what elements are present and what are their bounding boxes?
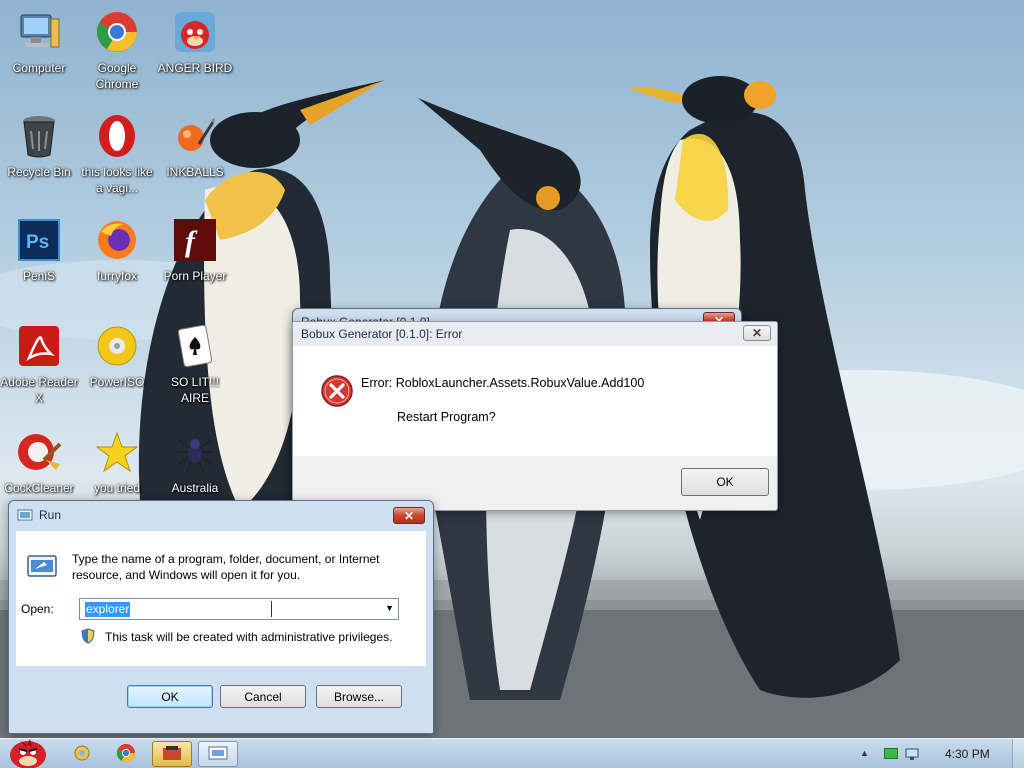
desktop-icon-inkballs[interactable]: INKBALLS [156, 112, 234, 180]
error-ok-button[interactable]: OK [681, 468, 769, 496]
poweriso-icon [93, 322, 141, 370]
run-open-combobox[interactable]: explorer ▼ [79, 598, 399, 620]
desktop-icon-label: furryfox [96, 269, 137, 283]
spider-icon [171, 428, 219, 476]
desktop-icon-solitaire[interactable]: SO LIT!!! AIRE [156, 322, 234, 406]
solitaire-icon [171, 322, 219, 370]
folder-icon [72, 744, 92, 765]
recycle-bin-icon [15, 112, 63, 160]
desktop-icon-ccleaner[interactable]: CockCleaner [0, 428, 78, 496]
star-icon [93, 428, 141, 476]
chevron-up-icon[interactable]: ▲ [860, 748, 869, 758]
run-open-label: Open: [21, 602, 54, 616]
ccleaner-icon [15, 428, 63, 476]
adobe-reader-icon [15, 322, 63, 370]
run-cancel-button[interactable]: Cancel [220, 685, 306, 708]
run-browse-button[interactable]: Browse... [316, 685, 402, 708]
computer-icon [15, 8, 63, 56]
chevron-down-icon[interactable]: ▼ [385, 603, 394, 613]
run-open-input[interactable]: explorer [85, 602, 131, 617]
desktop-icon-label: Adobe Reader X [0, 375, 78, 405]
desktop-icon-label: this looks like a vagi... [81, 165, 153, 195]
start-orb-icon[interactable] [4, 731, 50, 768]
taskbar: ▲ 4:30 PM [0, 738, 1024, 768]
photoshop-icon: Ps [15, 216, 63, 264]
taskbar-error-app-button[interactable] [152, 741, 192, 767]
desktop-icon-adobe-reader[interactable]: Adobe Reader X [0, 322, 78, 406]
chrome-icon [93, 8, 141, 56]
desktop-icon-label: Recycle Bin [7, 165, 71, 179]
run-icon [17, 508, 33, 522]
desktop-icon-firefox[interactable]: furryfox [78, 216, 156, 284]
run-icon [208, 745, 228, 764]
error-dialog-titlebar: Bobux Generator [0.1.0]: Error [293, 322, 777, 346]
taskbar-explorer-button[interactable] [62, 741, 102, 767]
desktop-icon-australia[interactable]: Australia [156, 428, 234, 496]
chrome-icon [116, 743, 136, 766]
desktop-icon-chrome[interactable]: Google Chrome [78, 8, 156, 92]
desktop-icon-poweriso[interactable]: PowerISO [78, 322, 156, 390]
desktop-icon-opera[interactable]: this looks like a vagi... [78, 112, 156, 196]
error-message: Error: RobloxLauncher.Assets.RobuxValue.… [361, 376, 645, 390]
desktop-icon-label: PeniS [22, 269, 56, 283]
run-description: Type the name of a program, folder, docu… [72, 552, 380, 582]
desktop-icon-label: you tried [93, 481, 141, 495]
run-ok-button[interactable]: OK [127, 685, 213, 708]
desktop-icon-label: SO LIT!!! AIRE [170, 375, 219, 405]
angry-bird-icon [171, 8, 219, 56]
run-dialog[interactable]: Run ✕ Type the name of a program, folder… [8, 500, 434, 734]
desktop-icon-label: PowerISO [89, 375, 145, 389]
desktop-icon-label: CockCleaner [4, 481, 74, 495]
run-dialog-titlebar: Run [9, 501, 433, 529]
desktop-icon-label: ANGER BIRD [157, 61, 233, 75]
taskbar-chrome-button[interactable] [106, 741, 146, 767]
uac-shield-icon [81, 628, 95, 644]
text-cursor [271, 601, 272, 617]
error-dialog-title: Bobux Generator [0.1.0]: Error [301, 327, 463, 341]
desktop-icon-label: Porn Player [163, 269, 227, 283]
error-dialog[interactable]: Bobux Generator [0.1.0]: Error ✕ Error: … [292, 321, 778, 511]
desktop-icon-computer[interactable]: Computer [0, 8, 78, 76]
desktop-icon-label: Australia [171, 481, 219, 495]
battery-icon[interactable] [884, 748, 898, 759]
run-program-icon [26, 553, 58, 582]
show-desktop-button[interactable] [1012, 739, 1024, 768]
firefox-icon [93, 216, 141, 264]
desktop-icon-porn-player[interactable]: f Porn Player [156, 216, 234, 284]
desktop-icon-photoshop[interactable]: Ps PeniS [0, 216, 78, 284]
run-dialog-title: Run [39, 508, 62, 522]
desktop-icon-label: INKBALLS [166, 165, 224, 179]
desktop-icon-you-tried[interactable]: you tried [78, 428, 156, 496]
network-icon[interactable] [905, 747, 919, 761]
taskbar-run-button[interactable] [198, 741, 238, 767]
error-dialog-body: Error: RobloxLauncher.Assets.RobuxValue.… [293, 346, 777, 456]
error-icon [320, 374, 354, 411]
desktop-icon-label: Google Chrome [95, 61, 139, 91]
inkball-icon [171, 112, 219, 160]
desktop-icon-label: Computer [12, 61, 66, 75]
run-close-button[interactable]: ✕ [393, 507, 425, 524]
svg-text:Ps: Ps [26, 232, 49, 253]
error-app-icon [161, 744, 183, 765]
clock[interactable]: 4:30 PM [945, 747, 990, 761]
error-close-button[interactable]: ✕ [743, 325, 771, 341]
error-question: Restart Program? [397, 410, 496, 424]
flash-player-icon: f [171, 216, 219, 264]
desktop-icon-recycle-bin[interactable]: Recycle Bin [0, 112, 78, 180]
opera-icon [93, 112, 141, 160]
run-admin-note: This task will be created with administr… [105, 630, 393, 644]
desktop-icon-anger-bird[interactable]: ANGER BIRD [156, 8, 234, 76]
